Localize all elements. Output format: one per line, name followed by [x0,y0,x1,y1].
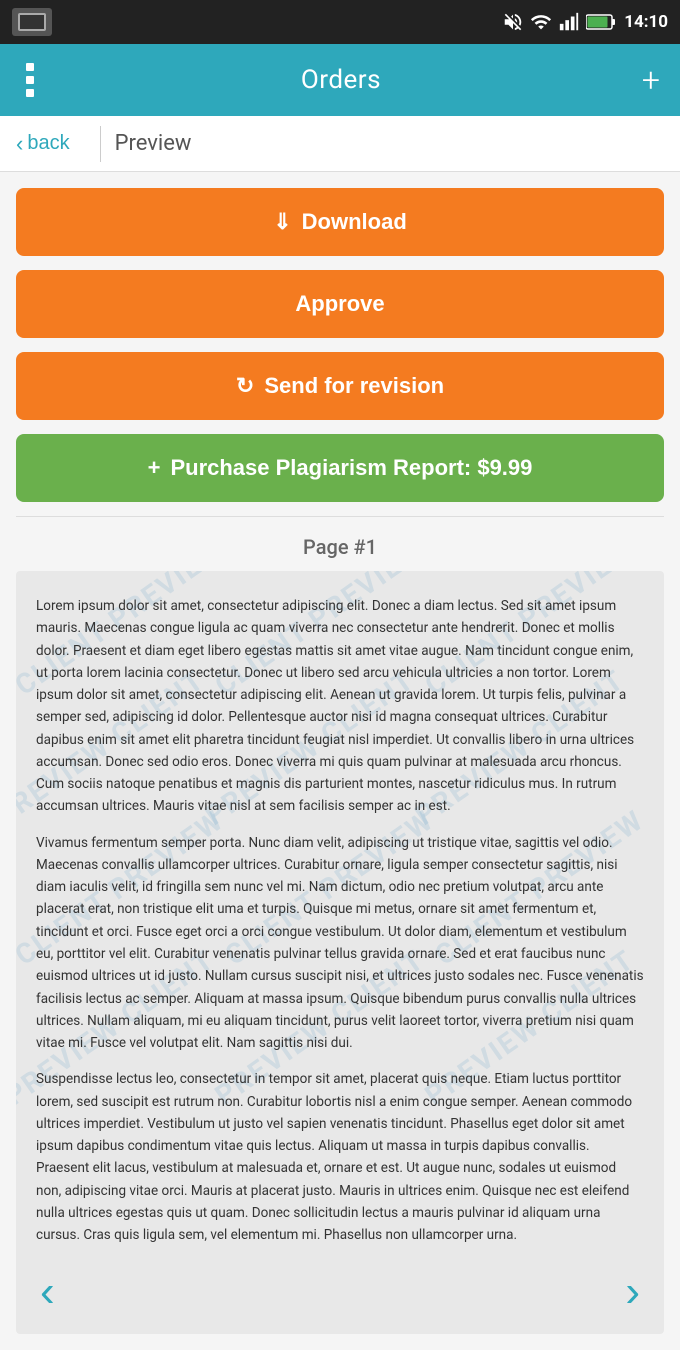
status-bar-app-icon [12,8,52,36]
prev-page-button[interactable]: ‹ [36,1270,59,1314]
status-bar-right: 14:10 [502,11,668,33]
back-label: back [27,132,69,155]
battery-icon [586,13,616,31]
page-label-row: Page #1 [16,516,664,571]
signal-icon [558,11,580,33]
app-title: Orders [301,65,381,95]
mute-icon [502,11,524,33]
download-icon: ⇓ [273,209,291,235]
app-bar: Orders + [0,44,680,116]
menu-dot-2 [26,76,34,84]
doc-nav: ‹ › [36,1260,644,1314]
approve-label: Approve [295,291,384,317]
status-icons [502,11,616,33]
preview-document: CLIENT PREVIEW CLIENT PREVIEW CLIENT PRE… [16,571,664,1334]
nav-divider [100,126,101,162]
download-label: Download [302,209,407,235]
document-text: Lorem ipsum dolor sit amet, consectetur … [36,595,644,1246]
wifi-icon [530,11,552,33]
doc-paragraph-2: Vivamus fermentum semper porta. Nunc dia… [36,832,644,1055]
menu-button[interactable] [20,57,40,103]
status-bar: 14:10 [0,0,680,44]
plagiarism-button[interactable]: + Purchase Plagiarism Report: $9.99 [16,434,664,502]
page-label: Page #1 [303,535,377,559]
approve-button[interactable]: Approve [16,270,664,338]
plus-icon: + [148,455,161,481]
revision-icon: ↻ [236,373,254,399]
back-chevron-icon: ‹ [16,131,23,157]
screen-icon [18,13,46,31]
time-display: 14:10 [624,12,668,32]
doc-paragraph-1: Lorem ipsum dolor sit amet, consectetur … [36,595,644,818]
send-revision-label: Send for revision [264,373,444,399]
plagiarism-label: Purchase Plagiarism Report: $9.99 [170,455,532,481]
next-page-button[interactable]: › [621,1270,644,1314]
menu-dot-3 [26,89,34,97]
back-button[interactable]: ‹ back [16,131,86,157]
doc-paragraph-3: Suspendisse lectus leo, consectetur in t… [36,1068,644,1246]
download-button[interactable]: ⇓ Download [16,188,664,256]
menu-dot-1 [26,63,34,71]
main-content: ⇓ Download Approve ↻ Send for revision +… [0,172,680,1350]
page-title: Preview [115,131,192,156]
add-button[interactable]: + [642,64,660,96]
nav-row: ‹ back Preview [0,116,680,172]
send-revision-button[interactable]: ↻ Send for revision [16,352,664,420]
